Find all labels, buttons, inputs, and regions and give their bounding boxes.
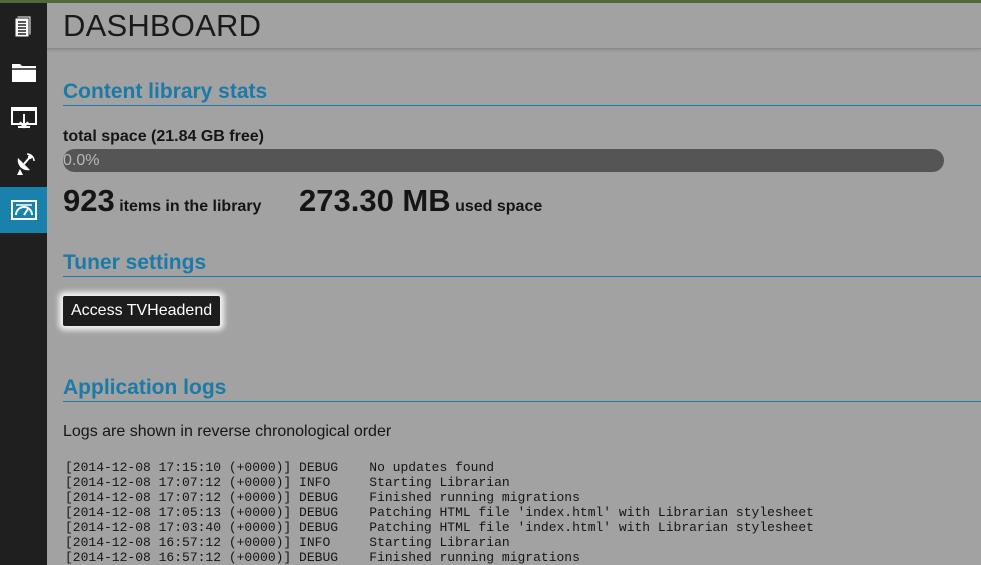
log-timestamp: [2014-12-08 17:07:12 (+0000)] [65,475,292,490]
log-entry: [2014-12-08 17:15:10 (+0000)] DEBUG No u… [65,460,814,475]
log-level: DEBUG [291,460,370,475]
storage-progress-bar: 0.0% [63,149,944,172]
used-space-label: used space [455,198,543,215]
used-space-value: 273.30 MB [299,183,451,218]
log-level: INFO [291,475,370,490]
sidebar-item-dashboard[interactable] [0,187,47,233]
log-level: INFO [291,535,370,550]
dashboard-gauge-icon [10,200,37,220]
log-message: Finished running migrations [369,490,580,505]
sidebar-item-content[interactable] [0,3,47,49]
page-title: DASHBOARD [63,8,262,43]
items-count: 923 [63,183,115,218]
log-message: Starting Librarian [369,475,510,490]
log-message: Patching HTML file 'index.html' with Lib… [369,505,814,520]
screen-download-icon [10,107,37,129]
log-level: DEBUG [291,505,370,520]
items-label: items in the library [119,198,262,215]
section-heading-application-logs: Application logs [63,376,981,402]
log-entry: [2014-12-08 17:05:13 (+0000)] DEBUG Patc… [65,505,814,520]
log-entry: [2014-12-08 16:57:12 (+0000)] INFO Start… [65,535,814,550]
access-tvheadend-button[interactable]: Access TVHeadend [63,296,221,326]
log-timestamp: [2014-12-08 17:05:13 (+0000)] [65,505,292,520]
log-message: Patching HTML file 'index.html' with Lib… [369,520,814,535]
page-header: DASHBOARD [47,3,981,49]
progress-text: 0.0% [63,152,100,169]
logs-note: Logs are shown in reverse chronological … [63,423,392,440]
main-content: DASHBOARD Content library stats total sp… [47,3,981,565]
log-timestamp: [2014-12-08 16:57:12 (+0000)] [65,535,292,550]
log-message: Starting Librarian [369,535,510,550]
items-stat: 923 items in the library [63,183,261,219]
log-entry: [2014-12-08 17:07:12 (+0000)] DEBUG Fini… [65,490,814,505]
document-icon [14,15,31,38]
sidebar-item-downloads[interactable] [0,95,47,141]
log-entry: [2014-12-08 16:57:12 (+0000)] DEBUG Fini… [65,550,814,565]
sidebar-item-tuner[interactable] [0,141,47,187]
log-entry: [2014-12-08 17:07:12 (+0000)] INFO Start… [65,475,814,490]
log-entry: [2014-12-08 17:03:40 (+0000)] DEBUG Patc… [65,520,814,535]
log-level: DEBUG [291,490,370,505]
log-level: DEBUG [291,550,370,565]
log-level: DEBUG [291,520,370,535]
log-message: Finished running migrations [369,550,580,565]
folder-icon [11,64,36,82]
log-timestamp: [2014-12-08 17:03:40 (+0000)] [65,520,292,535]
log-message: No updates found [369,460,495,475]
log-list: [2014-12-08 17:15:10 (+0000)] DEBUG No u… [65,460,814,565]
sidebar [0,3,47,565]
section-heading-tuner-settings: Tuner settings [63,251,981,277]
sidebar-item-files[interactable] [0,49,47,95]
log-timestamp: [2014-12-08 17:15:10 (+0000)] [65,460,292,475]
used-space-stat: 273.30 MB used space [299,183,542,219]
satellite-dish-icon [16,153,35,175]
log-timestamp: [2014-12-08 17:07:12 (+0000)] [65,490,292,505]
log-timestamp: [2014-12-08 16:57:12 (+0000)] [65,550,292,565]
total-space-label: total space (21.84 GB free) [63,128,264,145]
section-heading-library-stats: Content library stats [63,80,981,106]
